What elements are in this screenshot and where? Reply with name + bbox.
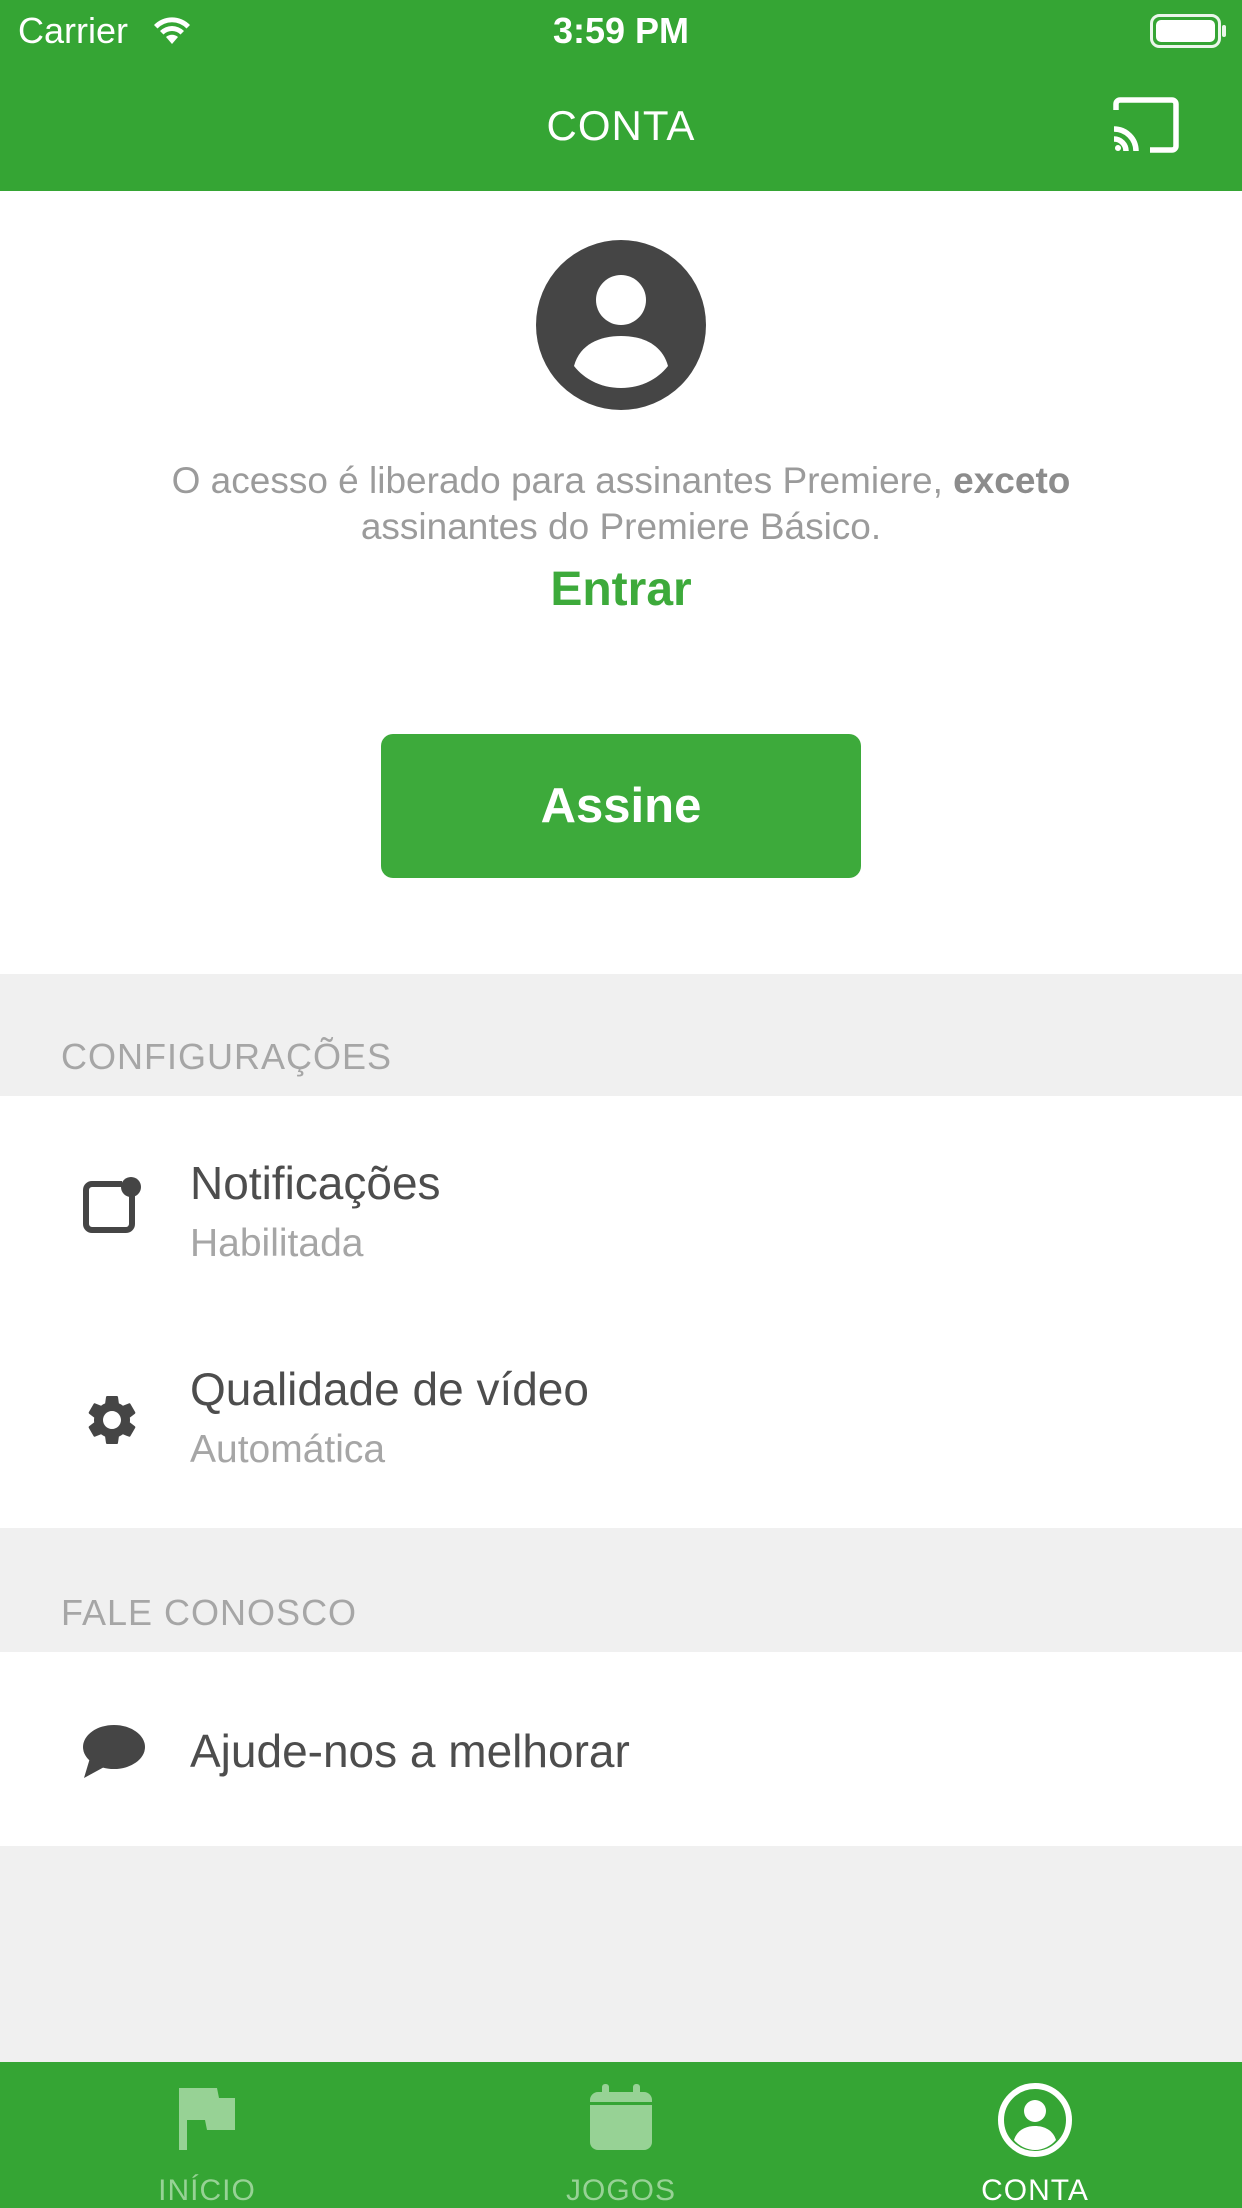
tab-conta[interactable]: CONTA [828, 2062, 1242, 2208]
tab-inicio[interactable]: INÍCIO [0, 2062, 414, 2208]
flag-icon [179, 2088, 235, 2150]
account-circle-icon [536, 240, 706, 410]
login-link[interactable]: Entrar [0, 562, 1242, 617]
settings-section-header: CONFIGURAÇÕES [61, 1036, 393, 1077]
tab-jogos[interactable]: JOGOS [414, 2062, 828, 2208]
info-text-bold: exceto [953, 460, 1071, 501]
cast-icon[interactable] [1110, 96, 1180, 154]
settings-item-subtitle: Automática [190, 1428, 386, 1471]
contact-section-header: FALE CONOSCO [61, 1592, 358, 1633]
tab-label: CONTA [981, 2174, 1089, 2207]
calendar-icon [590, 2084, 652, 2150]
contact-item-title: Ajude-nos a melhorar [190, 1725, 630, 1777]
settings-item-title: Notificações [190, 1157, 441, 1209]
battery-icon [1150, 14, 1226, 48]
page-title: CONTA [546, 102, 696, 149]
tab-label: JOGOS [565, 2174, 676, 2207]
settings-item-subtitle: Habilitada [190, 1222, 364, 1265]
gear-icon [88, 1396, 136, 1444]
info-text-part: O acesso é liberado para assinantes Prem… [171, 460, 954, 501]
settings-item-title: Qualidade de vídeo [190, 1363, 589, 1415]
account-circle-icon [998, 2083, 1072, 2157]
subscribe-button[interactable]: Assine [381, 734, 861, 878]
chat-bubble-icon [83, 1725, 145, 1778]
access-info-text: O acesso é liberado para assinantes Prem… [120, 458, 1122, 550]
settings-item-video-quality[interactable] [0, 1312, 1242, 1528]
tab-label: INÍCIO [158, 2174, 256, 2207]
settings-item-notifications[interactable] [0, 1096, 1242, 1312]
status-time: 3:59 PM [552, 10, 690, 51]
info-text-part: assinantes do Premiere Básico. [360, 506, 882, 547]
notification-badge-icon [83, 1177, 141, 1233]
